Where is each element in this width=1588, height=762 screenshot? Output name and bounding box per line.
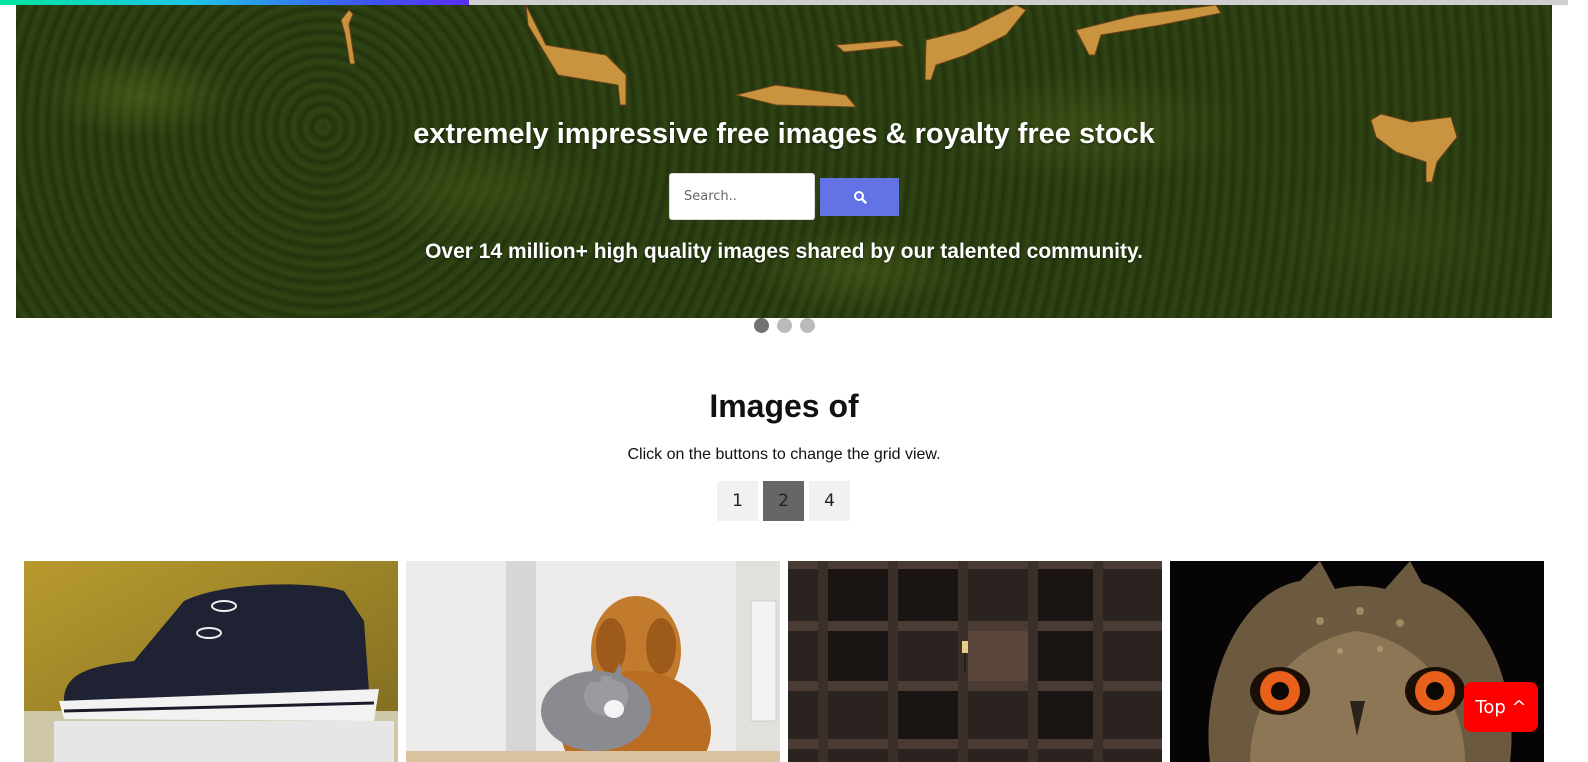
gallery-image-shoe[interactable] [24,561,398,762]
hero-subtitle: Over 14 million+ high quality images sha… [425,240,1143,263]
grid-4-button[interactable]: 4 [809,481,850,521]
search-button[interactable] [820,178,899,216]
image-gallery [24,561,1544,762]
scroll-progress-track [0,0,1568,5]
gallery-image-cat-and-dog[interactable] [406,561,780,762]
slide-dot-1[interactable] [753,318,769,333]
section-title: Images of [709,388,859,424]
hero-title: extremely impressive free images & royal… [413,118,1155,150]
grid-2-button[interactable]: 2 [763,481,804,521]
section-description: Click on the buttons to change the grid … [627,446,941,463]
grid-view-buttons: 1 2 4 [717,481,850,521]
scroll-progress-bar [0,0,469,5]
slide-dot-2[interactable] [776,318,792,333]
search-icon [853,191,867,204]
scroll-to-top-button[interactable]: Top ^ [1464,682,1538,732]
hero-slideshow: extremely impressive free images & royal… [16,0,1552,318]
slide-dots [0,318,1568,334]
slide-dot-3[interactable] [799,318,815,333]
search-input[interactable] [669,173,815,220]
gallery-image-wooden-shelves[interactable] [788,561,1162,762]
grid-1-button[interactable]: 1 [717,481,758,521]
